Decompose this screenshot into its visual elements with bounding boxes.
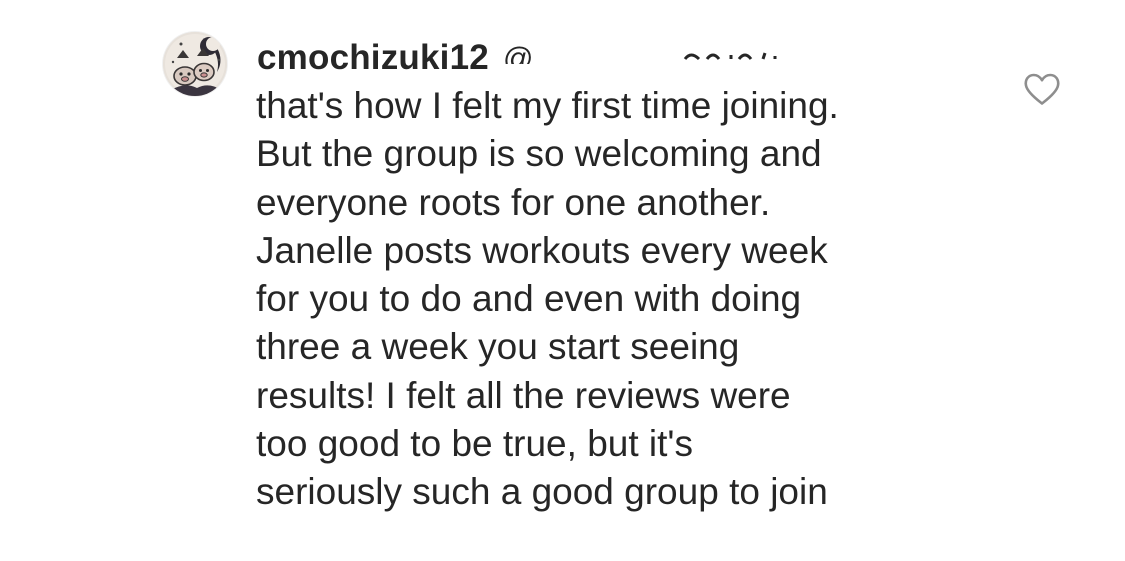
comment-header: cmochizuki12 @ <box>257 34 803 82</box>
avatar-image <box>163 32 227 96</box>
cropped-mention-text <box>683 39 803 61</box>
mention-prefix[interactable]: @ <box>503 40 533 64</box>
username[interactable]: cmochizuki12 <box>257 38 489 78</box>
comment-text: that's how I felt my first time joining.… <box>256 85 839 513</box>
like-button[interactable] <box>1023 72 1061 106</box>
heart-outline-icon <box>1024 73 1060 105</box>
avatar[interactable] <box>163 32 227 96</box>
comment-item: cmochizuki12 @ that's how I felt my firs… <box>0 0 1125 561</box>
